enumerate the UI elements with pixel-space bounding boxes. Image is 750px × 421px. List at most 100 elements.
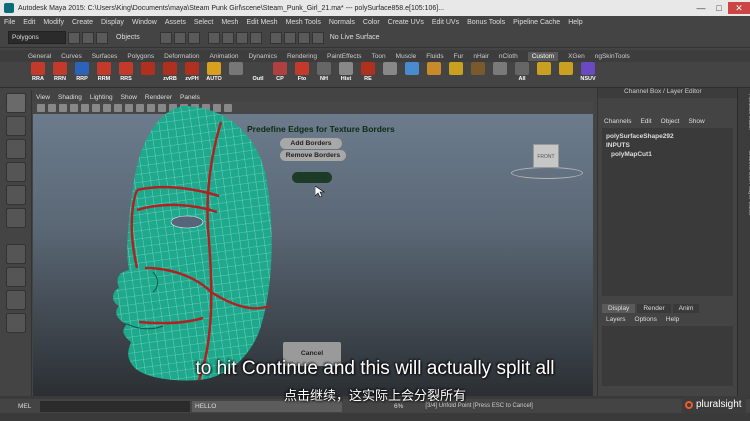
shelf-item[interactable] [556,62,576,86]
node-name[interactable]: polySurfaceShape292 [606,132,729,141]
shelf-item[interactable] [490,62,510,86]
two-pane-layout-icon[interactable] [6,290,26,310]
attribute-editor-tab[interactable]: Attribute Editor [740,94,750,130]
outliner-layout-icon[interactable] [6,313,26,333]
menu-color[interactable]: Color [363,19,380,26]
shelf-item[interactable]: AUTO [204,62,224,86]
scale-tool-icon[interactable] [6,208,26,228]
shelf-tab-fluids[interactable]: Fluids [426,53,443,60]
shelf-item[interactable]: RE [358,62,378,86]
shelf-item[interactable]: RRA [28,62,48,86]
shelf-tab-polygons[interactable]: Polygons [127,53,154,60]
rotate-tool-icon[interactable] [6,185,26,205]
single-pane-layout-icon[interactable] [6,244,26,264]
menu-modify[interactable]: Modify [43,19,64,26]
shelf-tab-muscle[interactable]: Muscle [396,53,417,60]
menu-set-dropdown[interactable]: Polygons [8,31,66,44]
remove-borders-button[interactable]: Remove Borders [280,150,346,161]
menu-normals[interactable]: Normals [329,19,355,26]
menu-select[interactable]: Select [194,19,213,26]
shelf-item[interactable]: Outl [248,62,268,86]
selection-mode-label[interactable]: Objects [116,34,140,41]
shelf-tab-toon[interactable]: Toon [372,53,386,60]
snap-surface-icon[interactable] [249,31,262,44]
menu-display[interactable]: Display [101,19,124,26]
live-surface-label[interactable]: No Live Surface [330,34,380,41]
lasso-tool-icon[interactable] [6,116,26,136]
shelf-tab-dynamics[interactable]: Dynamics [248,53,277,60]
new-scene-icon[interactable] [68,31,80,44]
add-borders-button[interactable]: Add Borders [280,138,342,149]
layer-tab-display[interactable]: Display [602,304,636,313]
close-button[interactable]: ✕ [728,2,750,14]
select-object-icon[interactable] [173,31,186,44]
shelf-item[interactable]: zvPH [182,62,202,86]
shelf-tab-surfaces[interactable]: Surfaces [92,53,118,60]
menu-file[interactable]: File [4,19,15,26]
menu-bonus-tools[interactable]: Bonus Tools [467,19,505,26]
ipr-render-icon[interactable] [283,31,296,44]
menu-assets[interactable]: Assets [165,19,186,26]
shelf-item[interactable]: RRP [72,62,92,86]
shelf-item[interactable] [424,62,444,86]
shelf-tab-ngskintools[interactable]: ngSkinTools [595,53,630,60]
layer-menu-help[interactable]: Help [666,316,679,323]
save-scene-icon[interactable] [96,31,108,44]
shelf-tab-xgen[interactable]: XGen [568,53,585,60]
shelf-item[interactable]: Fto [292,62,312,86]
render-settings-icon[interactable] [297,31,310,44]
menu-mesh[interactable]: Mesh [221,19,238,26]
shelf-item[interactable] [380,62,400,86]
open-scene-icon[interactable] [82,31,94,44]
shelf-tab-deformation[interactable]: Deformation [164,53,199,60]
render-icon[interactable] [269,31,282,44]
cb-menu-object[interactable]: Object [661,118,680,125]
input-node-name[interactable]: polyMapCut1 [606,150,729,159]
shelf-item[interactable] [402,62,422,86]
cb-menu-edit[interactable]: Edit [640,118,651,125]
shelf-tab-rendering[interactable]: Rendering [287,53,317,60]
four-pane-layout-icon[interactable] [6,267,26,287]
shelf-item[interactable]: RRN [50,62,70,86]
shelf-item[interactable] [446,62,466,86]
shelf-tab-custom[interactable]: Custom [527,51,559,61]
maximize-button[interactable]: □ [710,2,728,14]
menu-pipeline-cache[interactable]: Pipeline Cache [513,19,560,26]
shelf-item[interactable]: zvRB [160,62,180,86]
shelf-tab-fur[interactable]: Fur [454,53,464,60]
shelf-item[interactable]: NH [314,62,334,86]
shelf-item[interactable]: All [512,62,532,86]
shelf-tab-general[interactable]: General [28,53,51,60]
layer-menu-layers[interactable]: Layers [606,316,626,323]
shelf-item[interactable]: RRS [116,62,136,86]
select-component-icon[interactable] [187,31,200,44]
menu-create[interactable]: Create [72,19,93,26]
shelf-tab-animation[interactable]: Animation [210,53,239,60]
paint-select-tool-icon[interactable] [6,139,26,159]
shelf-item[interactable] [468,62,488,86]
hypershade-icon[interactable] [311,31,324,44]
snap-point-icon[interactable] [235,31,248,44]
menu-help[interactable]: Help [568,19,582,26]
menu-edit[interactable]: Edit [23,19,35,26]
cb-menu-channels[interactable]: Channels [604,118,631,125]
layer-tab-anim[interactable]: Anim [672,304,700,313]
menu-edit-mesh[interactable]: Edit Mesh [246,19,277,26]
menu-create-uvs[interactable]: Create UVs [388,19,424,26]
cb-menu-show[interactable]: Show [688,118,704,125]
menu-edit-uvs[interactable]: Edit UVs [432,19,459,26]
minimize-button[interactable]: — [692,2,710,14]
snap-grid-icon[interactable] [207,31,220,44]
shelf-item[interactable]: Hist [336,62,356,86]
layer-tab-render[interactable]: Render [637,304,671,313]
select-hierarchy-icon[interactable] [159,31,172,44]
shelf-item[interactable] [226,62,246,86]
shelf-tab-ncloth[interactable]: nCloth [499,53,518,60]
shelf-item[interactable]: RRM [94,62,114,86]
shelf-item[interactable] [534,62,554,86]
snap-curve-icon[interactable] [221,31,234,44]
menu-mesh-tools[interactable]: Mesh Tools [286,19,321,26]
shelf-tab-curves[interactable]: Curves [61,53,82,60]
menu-window[interactable]: Window [132,19,157,26]
viewcube-icon[interactable]: FRONT [533,144,559,168]
